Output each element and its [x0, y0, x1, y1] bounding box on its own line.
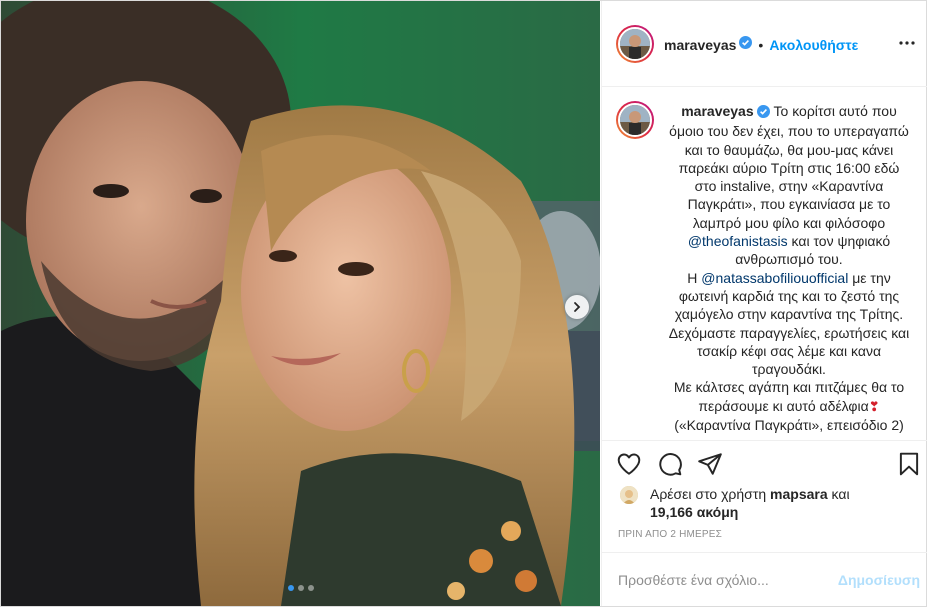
heart-icon [617, 453, 641, 475]
avatar-image [620, 29, 650, 59]
likes-count[interactable]: 19,166 ακόμη [650, 504, 738, 520]
carousel-indicator [288, 585, 314, 591]
instagram-post: maraveyas • Ακολουθήστε maraveyas Το κορ… [0, 0, 927, 607]
avatar-image [620, 486, 638, 504]
mention-link[interactable]: @theofanistasis [688, 233, 788, 249]
comment-icon [659, 453, 682, 476]
chevron-right-icon [574, 302, 581, 312]
avatar[interactable] [616, 101, 654, 139]
bookmark-icon [899, 452, 919, 476]
liker-username[interactable]: mapsara [770, 486, 828, 502]
post-author-username[interactable]: maraveyas [664, 37, 736, 53]
heart-exclamation-emoji: ❣ [868, 398, 880, 414]
save-button[interactable] [896, 451, 922, 477]
post-timestamp[interactable]: ΠΡΙΝ ΑΠΟ 2 ΗΜΕΡΕΣ [618, 529, 722, 540]
share-button[interactable] [697, 451, 723, 477]
post-comment-button[interactable]: Δημοσίευση [838, 572, 920, 588]
post-caption: maraveyas Το κορίτσι αυτό που όμοιο του … [666, 102, 912, 434]
like-button[interactable] [616, 451, 642, 477]
likes-prefix: Αρέσει στο χρήστη [650, 486, 767, 502]
action-bar [602, 440, 927, 487]
avatar-image [620, 105, 650, 135]
post-side-panel: maraveyas • Ακολουθήστε maraveyas Το κορ… [601, 1, 927, 606]
verified-icon [739, 36, 753, 54]
next-photo-button[interactable] [565, 295, 589, 319]
carousel-dot [298, 585, 304, 591]
avatar[interactable] [616, 25, 654, 63]
mention-link[interactable]: @natassabofiliouofficial [701, 270, 848, 286]
comments-section[interactable]: maraveyas Το κορίτσι αυτό που όμοιο του … [602, 87, 927, 439]
caption-text: («Καραντίνα Παγκράτι», επεισόδιο 2) [674, 417, 904, 434]
add-comment-bar: Δημοσίευση [602, 552, 927, 607]
selfie-image [1, 1, 600, 606]
likes-middle: και [831, 486, 850, 502]
follow-button[interactable]: Ακολουθήστε [769, 37, 858, 53]
more-horizontal-icon [899, 41, 915, 45]
verified-icon [756, 104, 770, 122]
share-icon [698, 453, 722, 475]
more-options-button[interactable] [898, 34, 916, 57]
carousel-dot [288, 585, 294, 591]
avatar[interactable] [620, 486, 638, 504]
comment-button[interactable] [657, 451, 683, 477]
post-photo[interactable] [1, 1, 600, 606]
caption-username[interactable]: maraveyas [681, 103, 753, 119]
header-separator: • [758, 37, 764, 53]
carousel-dot [308, 585, 314, 591]
comment-input[interactable] [618, 569, 838, 591]
post-header: maraveyas • Ακολουθήστε [602, 1, 927, 87]
caption-text: Το κορίτσι αυτό που όμοιο του δεν έχει, … [669, 103, 909, 231]
caption-text: Η [687, 269, 698, 286]
